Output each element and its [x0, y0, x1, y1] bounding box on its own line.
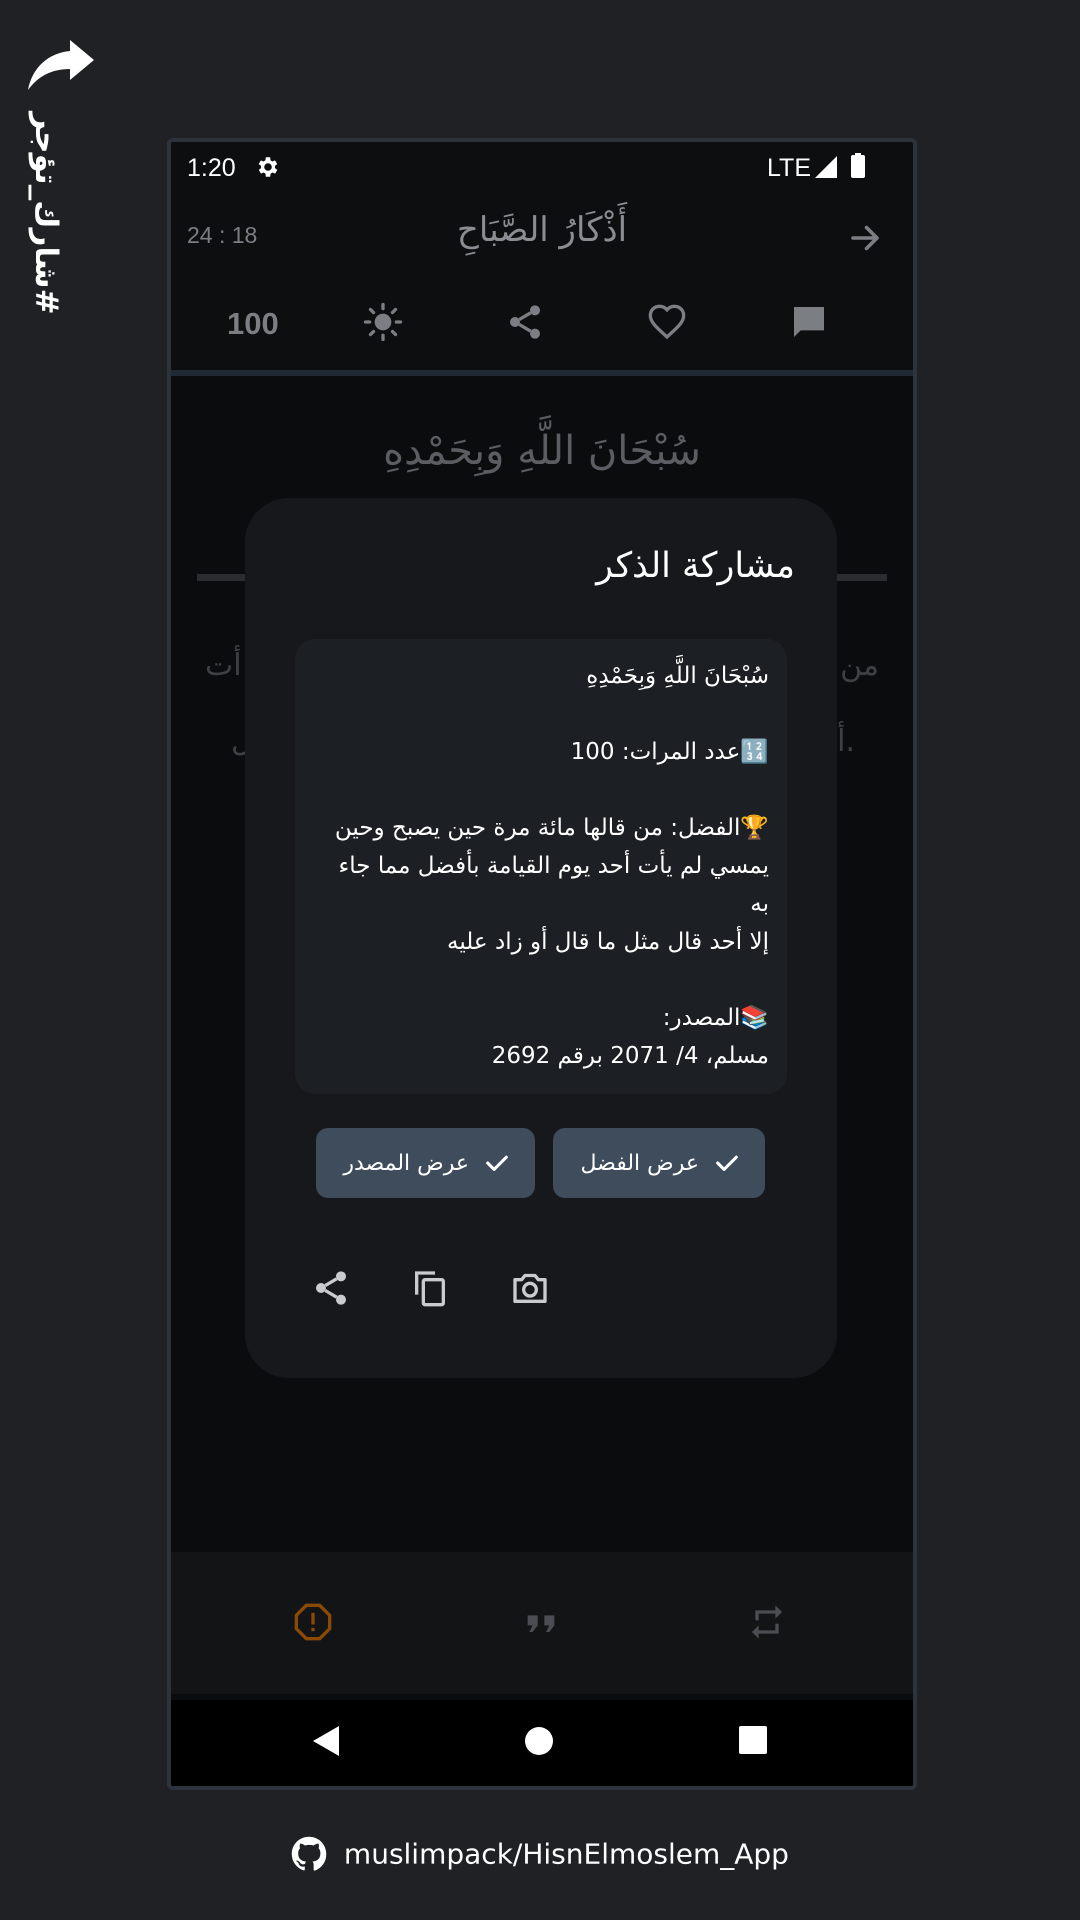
- count-line: 🔢عدد المرات: 100: [570, 739, 769, 765]
- status-bar: 1:20 LTE: [171, 142, 913, 192]
- virtue-line: يمسي لم يأت أحد يوم القيامة بأفضل مما جا…: [338, 853, 769, 917]
- virtue-text-fragment: من: [840, 648, 879, 683]
- dialog-title: مشاركة الذكر: [596, 546, 795, 586]
- dhikr-line: سُبْحَانَ اللَّهِ وَبِحَمْدِهِ: [586, 663, 769, 689]
- check-icon: [716, 1155, 738, 1171]
- copy-icon[interactable]: [410, 1268, 450, 1308]
- bottom-action-bar: [171, 1552, 913, 1694]
- share-arrow-icon: [28, 40, 94, 90]
- repo-credit: muslimpack/HisnElmoslem_App: [0, 1836, 1080, 1872]
- github-icon: [291, 1836, 327, 1871]
- repeat-count[interactable]: 100: [227, 306, 279, 342]
- share-icon[interactable]: [311, 1268, 351, 1308]
- chip-label: عرض الفضل: [580, 1150, 699, 1176]
- report-warning-icon[interactable]: [293, 1602, 333, 1642]
- favorite-heart-icon[interactable]: [647, 302, 687, 342]
- status-time: 1:20: [187, 154, 236, 182]
- share-preview-text: سُبْحَانَ اللَّهِ وَبِحَمْدِهِ 🔢عدد المر…: [295, 639, 787, 1094]
- show-virtue-chip[interactable]: عرض الفضل: [553, 1128, 765, 1198]
- show-source-chip[interactable]: عرض المصدر: [316, 1128, 535, 1198]
- chip-label: عرض المصدر: [343, 1150, 469, 1176]
- battery-icon: [851, 153, 865, 178]
- quote-icon[interactable]: [521, 1602, 561, 1642]
- source-text: مسلم، 4/ 2071 برقم 2692: [491, 1043, 769, 1069]
- signal-icon: [815, 156, 837, 178]
- settings-gear-icon: [258, 157, 278, 177]
- share-hashtag: #شارك_تؤجر: [28, 112, 64, 315]
- app-header: 24 : 18 أَذْكَارُ الصَّبَاحِ: [171, 192, 913, 280]
- nav-recents-icon[interactable]: [739, 1726, 767, 1754]
- camera-icon[interactable]: [510, 1268, 550, 1308]
- brightness-icon[interactable]: [363, 302, 403, 342]
- share-dialog: مشاركة الذكر سُبْحَانَ اللَّهِ وَبِحَمْد…: [245, 498, 837, 1378]
- network-type: LTE: [767, 154, 811, 182]
- page-title: أَذْكَارُ الصَّبَاحِ: [456, 210, 628, 250]
- virtue-line: إلا أحد قال مثل ما قال أو زاد عليه: [447, 929, 769, 955]
- toolbar: 100: [171, 280, 913, 376]
- back-arrow-icon[interactable]: [847, 220, 883, 256]
- virtue-text-fragment: أ.: [837, 724, 855, 759]
- nav-home-icon[interactable]: [523, 1725, 555, 1757]
- source-label: 📚المصدر:: [662, 1005, 769, 1031]
- dhikr-text: سُبْحَانَ اللَّهِ وَبِحَمْدِهِ: [383, 428, 701, 474]
- virtue-text-fragment: أت: [205, 648, 242, 683]
- repeat-icon[interactable]: [747, 1602, 787, 1642]
- nav-back-icon[interactable]: [311, 1724, 341, 1758]
- repo-name[interactable]: muslimpack/HisnElmoslem_App: [344, 1838, 789, 1871]
- check-icon: [486, 1155, 508, 1171]
- comment-icon[interactable]: [789, 302, 829, 342]
- share-icon[interactable]: [505, 302, 545, 342]
- system-nav-bar: [171, 1700, 913, 1786]
- virtue-line: 🏆الفضل: من قالها مائة مرة حين يصبح وحين: [334, 815, 769, 841]
